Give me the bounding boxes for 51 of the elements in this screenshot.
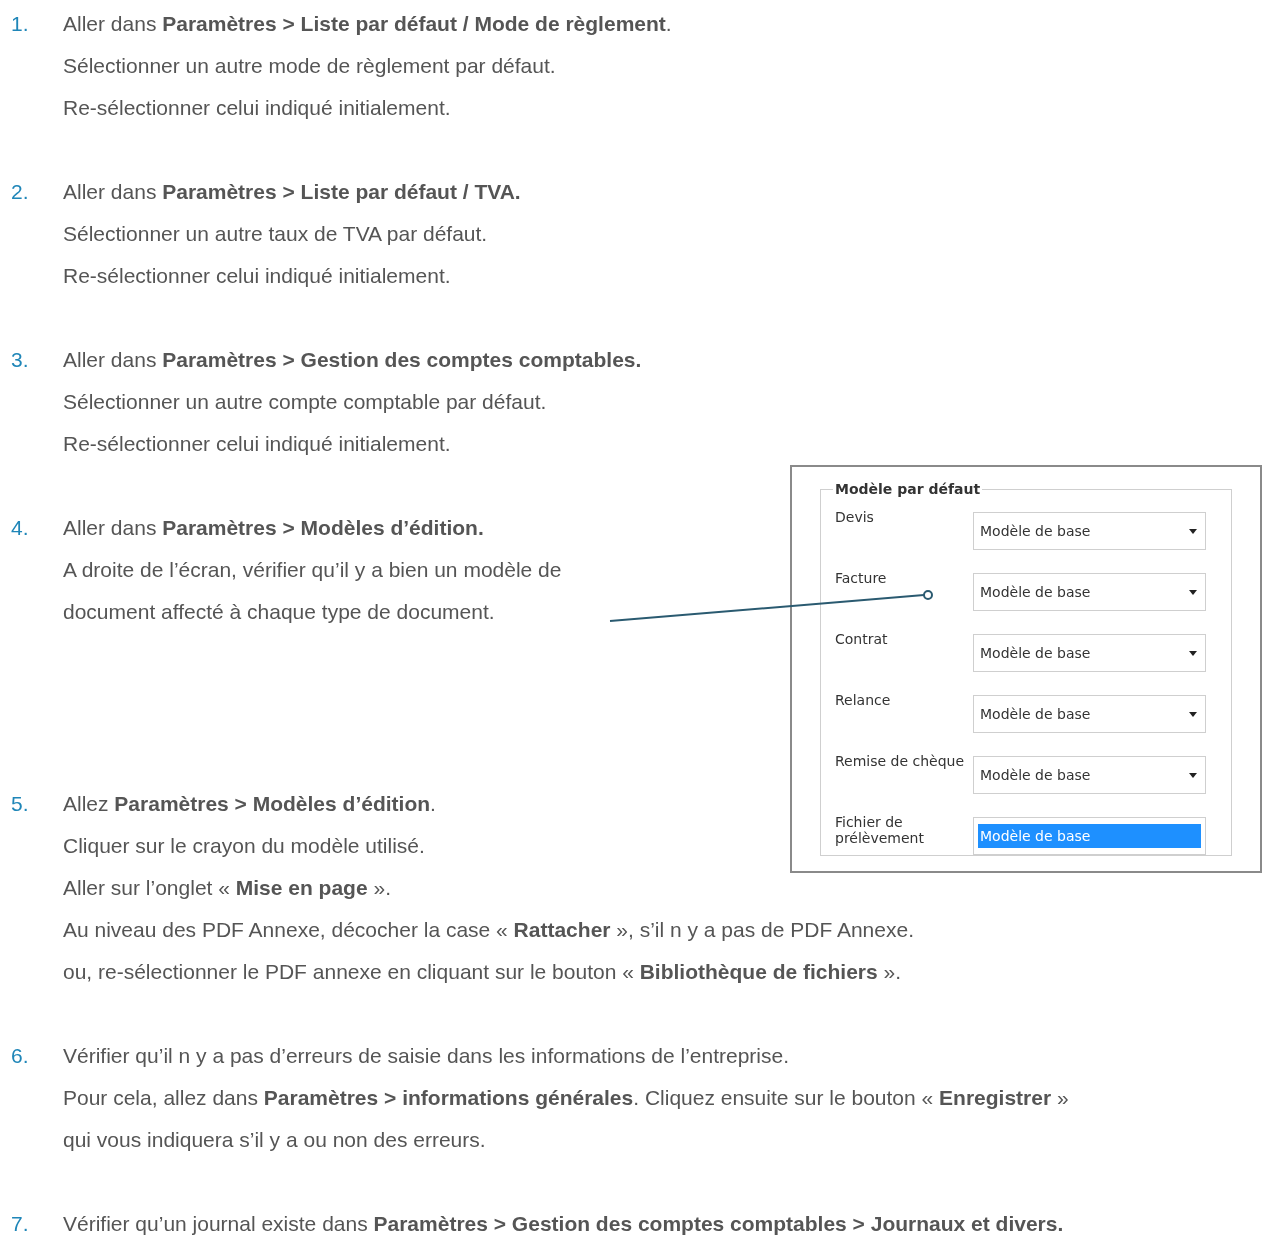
instruction-text: Sélectionner un autre compte comptable par défaut. xyxy=(63,389,547,415)
instruction-text: Re-sélectionner celui indiqué initialement. xyxy=(63,263,451,289)
instruction-text: A droite de l’écran, vérifier qu’il y a bien un modèle de xyxy=(63,557,562,583)
step-number: 2. xyxy=(10,179,30,205)
dropdown-select[interactable]: Modèle de base xyxy=(973,756,1206,794)
instruction-text: Re-sélectionner celui indiqué initialement. xyxy=(63,95,451,121)
instruction-text: ou, re-sélectionner le PDF annexe en cliquant sur le bouton « Bibliothèque de fichiers ». xyxy=(63,959,902,985)
instruction-text: Vérifier qu’il n y a pas d’erreurs de saisie dans les informations de l’entreprise. xyxy=(63,1043,790,1069)
field-label: Relance xyxy=(835,691,892,708)
dropdown-value: Modèle de base xyxy=(978,824,1201,848)
field-label: Fichier de prélèvement xyxy=(835,813,925,846)
caret-icon xyxy=(1189,528,1197,534)
instruction-text: Re-sélectionner celui indiqué initialement. xyxy=(63,431,451,457)
field-label: Remise de chèque xyxy=(835,752,966,769)
dropdown-select[interactable]: Modèle de base xyxy=(973,634,1206,672)
caret-icon xyxy=(1189,589,1197,595)
dropdown-select[interactable]: Modèle de base xyxy=(973,512,1206,550)
instruction-text: Allez Paramètres > Modèles d’édition. xyxy=(63,791,436,817)
dropdown-value: Modèle de base xyxy=(979,583,1092,602)
dropdown-select[interactable]: Modèle de base xyxy=(973,695,1206,733)
step-number: 4. xyxy=(10,515,30,541)
instruction-text: Sélectionner un autre taux de TVA par défaut. xyxy=(63,221,488,247)
caret-icon xyxy=(1189,772,1197,778)
instruction-text: Aller dans Paramètres > Modèles d’édition. xyxy=(63,515,484,541)
instruction-text: Sélectionner un autre mode de règlement par défaut. xyxy=(63,53,556,79)
dropdown-value: Modèle de base xyxy=(979,522,1092,541)
fieldset-legend: Modèle par défaut xyxy=(833,479,983,499)
dropdown-value: Modèle de base xyxy=(979,705,1092,724)
field-label: Devis xyxy=(835,508,875,525)
step-number: 6. xyxy=(10,1043,30,1069)
instruction-text: Aller dans Paramètres > Liste par défaut / TVA. xyxy=(63,179,521,205)
instruction-text: Aller sur l’onglet « Mise en page ». xyxy=(63,875,391,901)
instruction-text: Aller dans Paramètres > Gestion des comptes comptables. xyxy=(63,347,642,373)
instruction-text: Cliquer sur le crayon du modèle utilisé. xyxy=(63,833,425,859)
instruction-text: document affecté à chaque type de document. xyxy=(63,599,495,625)
step-number: 3. xyxy=(10,347,30,373)
step-number: 7. xyxy=(10,1211,30,1237)
instruction-text: Pour cela, allez dans Paramètres > informations générales. Cliquez ensuite sur le bouton « Enregistrer » xyxy=(63,1085,1069,1111)
dropdown-value: Modèle de base xyxy=(979,766,1092,785)
dropdown-select[interactable]: Modèle de base xyxy=(973,573,1206,611)
dropdown-value: Modèle de base xyxy=(979,644,1092,663)
caret-icon xyxy=(1189,650,1197,656)
step-number: 5. xyxy=(10,791,30,817)
field-label: Contrat xyxy=(835,630,889,647)
instruction-text: Vérifier qu’un journal existe dans Paramètres > Gestion des comptes comptables > Journaux et divers. xyxy=(63,1211,1064,1237)
instruction-text: Aller dans Paramètres > Liste par défaut / Mode de règlement. xyxy=(63,11,672,37)
step-number: 1. xyxy=(10,11,30,37)
caret-icon xyxy=(1189,711,1197,717)
field-label: Facture xyxy=(835,569,888,586)
instruction-text: Au niveau des PDF Annexe, décocher la case « Rattacher », s’il n y a pas de PDF Annexe. xyxy=(63,917,914,943)
instruction-text: qui vous indiquera s’il y a ou non des erreurs. xyxy=(63,1127,486,1153)
